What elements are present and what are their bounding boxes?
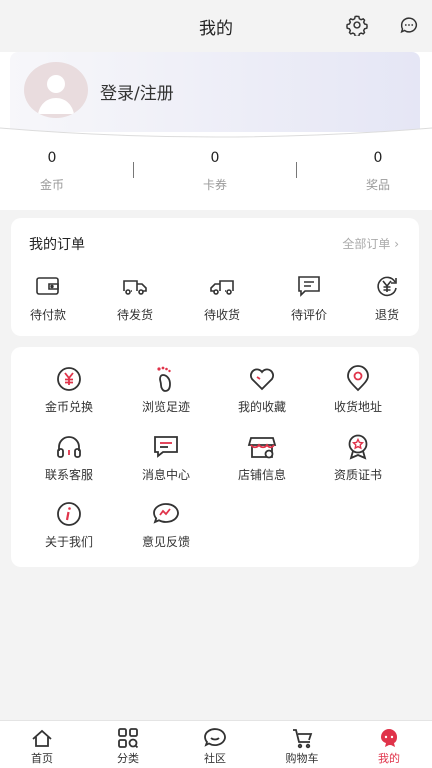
stat-value: 0 xyxy=(210,150,220,166)
login-register-link[interactable]: 登录/注册 xyxy=(100,79,174,104)
service-customer-support[interactable]: 联系客服 xyxy=(24,433,114,483)
tab-home[interactable]: 首页 xyxy=(12,727,72,766)
tab-label: 首页 xyxy=(31,752,53,765)
truck-icon xyxy=(123,280,147,295)
service-label: 联系客服 xyxy=(44,468,93,482)
bottom-tab-bar: 首页 分类 社区 购物车 我的 xyxy=(0,720,432,768)
order-returns[interactable]: 退货 xyxy=(357,274,417,323)
service-label: 店铺信息 xyxy=(237,468,286,482)
stat-label: 卡券 xyxy=(202,178,227,192)
service-label: 金币兑换 xyxy=(44,400,93,414)
footprint-icon xyxy=(157,366,171,392)
tab-label: 购物车 xyxy=(285,752,319,765)
service-about-us[interactable]: 关于我们 xyxy=(24,500,114,550)
tab-category[interactable]: 分类 xyxy=(98,727,158,766)
service-label: 收货地址 xyxy=(333,400,382,414)
order-item-label: 退货 xyxy=(374,308,399,322)
stat-label: 奖品 xyxy=(365,178,390,192)
certificate-icon xyxy=(348,434,368,460)
service-shipping-address[interactable]: 收货地址 xyxy=(313,365,403,415)
stat-divider xyxy=(296,162,297,178)
service-label: 我的收藏 xyxy=(237,400,286,414)
location-icon xyxy=(347,365,369,392)
message-icon xyxy=(154,436,178,458)
service-feedback[interactable]: 意见反馈 xyxy=(121,500,211,550)
headset-icon xyxy=(57,436,81,458)
refund-icon xyxy=(377,276,397,297)
service-message-center[interactable]: 消息中心 xyxy=(121,433,211,483)
community-icon xyxy=(204,728,226,747)
view-all-orders-link[interactable]: 全部订单 › xyxy=(342,235,399,252)
service-label: 资质证书 xyxy=(333,468,382,482)
profile-icon xyxy=(381,729,397,747)
service-label: 浏览足迹 xyxy=(141,400,190,414)
category-icon xyxy=(118,728,139,749)
home-icon xyxy=(32,729,52,747)
tab-profile[interactable]: 我的 xyxy=(359,727,419,766)
order-item-label: 待收货 xyxy=(203,308,240,322)
stat-prizes[interactable]: 0 奖品 xyxy=(338,150,418,193)
stat-coupons[interactable]: 0 卡券 xyxy=(175,150,255,193)
chat-bubble-icon[interactable] xyxy=(396,12,422,38)
tab-label: 分类 xyxy=(117,752,139,765)
tab-label: 社区 xyxy=(204,752,226,765)
info-icon xyxy=(57,502,81,526)
truck-icon xyxy=(210,280,234,295)
profile-curve-divider xyxy=(0,127,432,148)
wallet-icon xyxy=(36,277,59,295)
heart-icon xyxy=(250,368,274,391)
service-store-info[interactable]: 店铺信息 xyxy=(217,433,307,483)
order-pending-receipt[interactable]: 待收货 xyxy=(192,274,252,323)
order-pending-payment[interactable]: 待付款 xyxy=(18,274,78,323)
store-icon xyxy=(247,437,277,459)
coin-icon xyxy=(57,367,81,391)
view-all-label: 全部订单 xyxy=(342,237,391,251)
gear-icon[interactable] xyxy=(344,12,370,38)
stat-coins[interactable]: 0 金币 xyxy=(12,150,92,193)
services-card: 金币兑换 浏览足迹 我的收藏 收货地址 联系客服 消息中心 店铺信息 资质证书 … xyxy=(11,347,419,567)
tab-cart[interactable]: 购物车 xyxy=(272,727,332,766)
order-pending-review[interactable]: 待评价 xyxy=(279,274,339,323)
my-orders-card: 我的订单 全部订单 › 待付款 待发货 待收货 待评价 退货 xyxy=(11,218,419,336)
service-favorites[interactable]: 我的收藏 xyxy=(217,365,307,415)
header-bar: 我的 xyxy=(0,0,432,52)
stat-value: 0 xyxy=(373,150,383,166)
stat-divider xyxy=(133,162,134,178)
chevron-right-icon: › xyxy=(394,237,399,251)
order-item-label: 待发货 xyxy=(116,308,153,322)
orders-title: 我的订单 xyxy=(29,237,85,253)
cart-icon xyxy=(293,729,313,749)
tab-community[interactable]: 社区 xyxy=(185,727,245,766)
stat-value: 0 xyxy=(47,150,57,166)
service-certificates[interactable]: 资质证书 xyxy=(313,433,403,483)
default-avatar-icon[interactable] xyxy=(24,62,88,118)
service-label: 意见反馈 xyxy=(141,535,190,549)
service-coin-exchange[interactable]: 金币兑换 xyxy=(24,365,114,415)
stat-label: 金币 xyxy=(39,178,64,192)
order-item-label: 待付款 xyxy=(29,308,66,322)
service-label: 关于我们 xyxy=(44,535,93,549)
feedback-icon xyxy=(153,503,179,524)
tab-label: 我的 xyxy=(378,752,400,765)
order-pending-shipment[interactable]: 待发货 xyxy=(105,274,165,323)
service-browsing-history[interactable]: 浏览足迹 xyxy=(121,365,211,415)
account-stats: 0 金币 0 卡券 0 奖品 xyxy=(0,150,432,200)
comment-icon xyxy=(298,276,320,297)
order-item-label: 待评价 xyxy=(290,308,327,322)
service-label: 消息中心 xyxy=(141,468,190,482)
